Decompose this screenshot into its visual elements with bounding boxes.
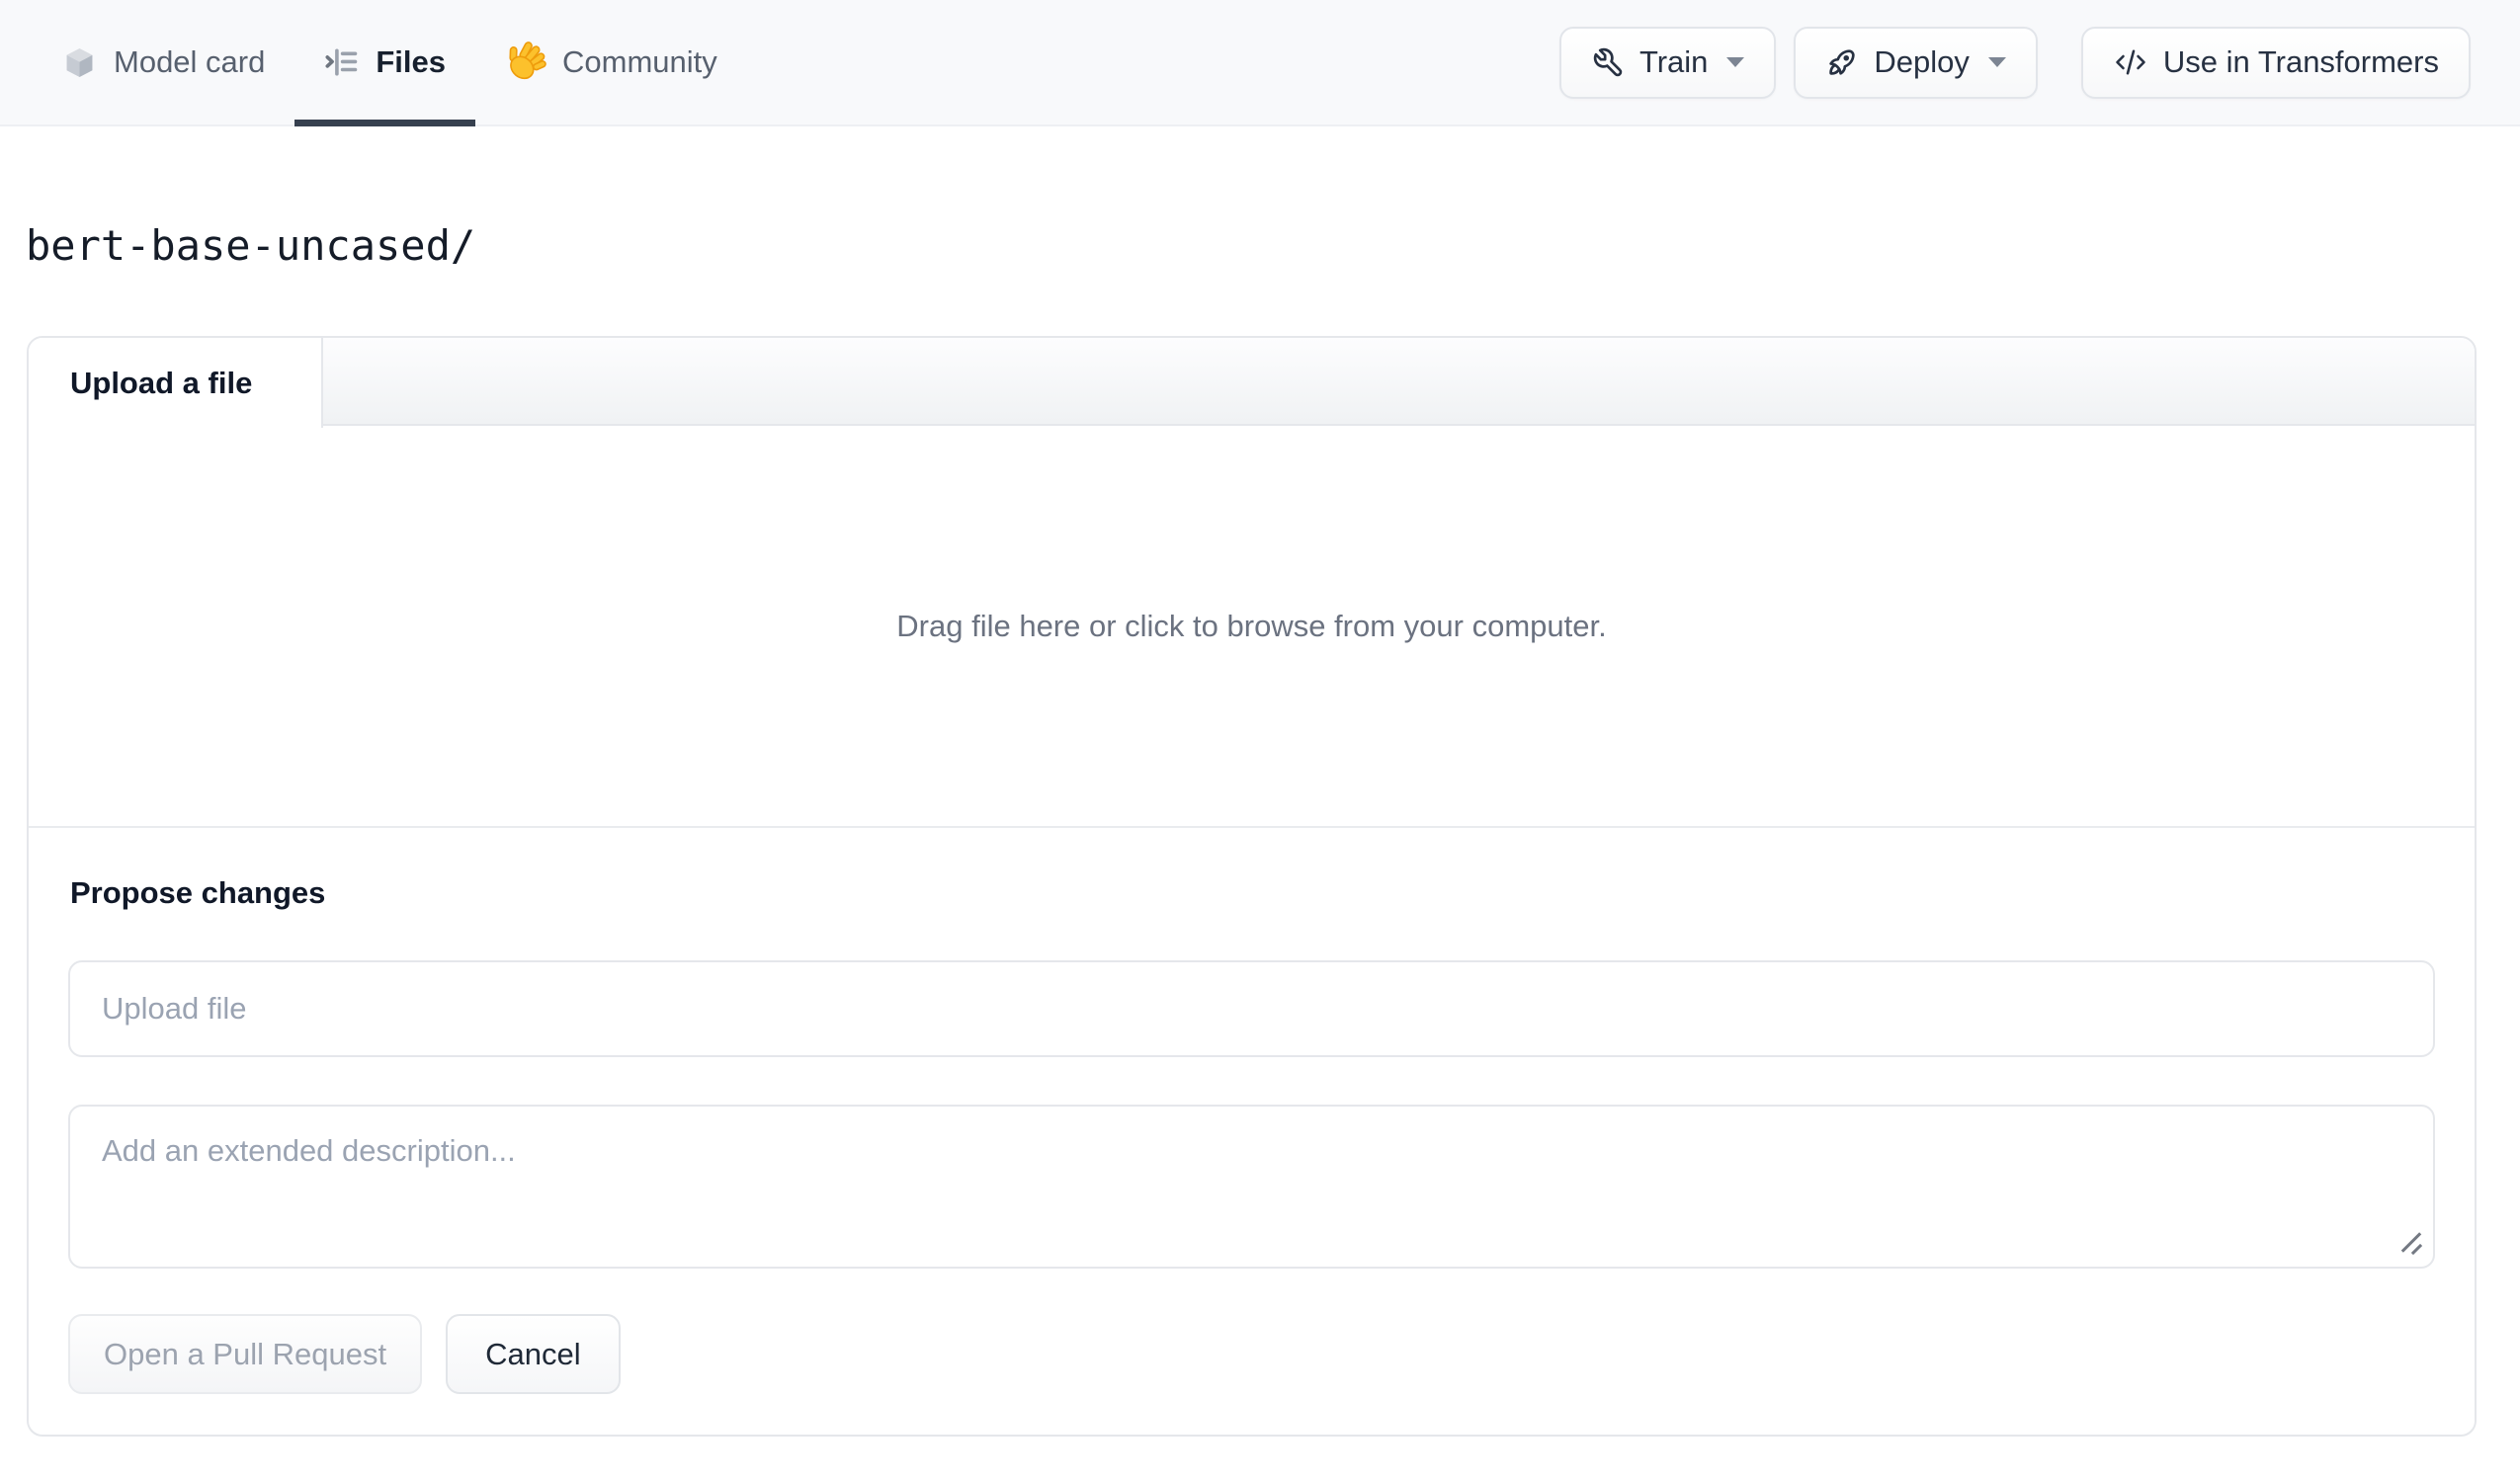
repo-nav: Model card Files Community (32, 0, 747, 126)
repo-tab-bar: Model card Files Community Train Deploy … (0, 0, 2520, 126)
commit-title-input[interactable] (68, 960, 2435, 1057)
tab-files[interactable]: Files (294, 0, 475, 126)
upload-panel: Upload a file Drag file here or click to… (27, 336, 2477, 1437)
files-list-icon (324, 44, 360, 80)
open-pull-request-button[interactable]: Open a Pull Request (68, 1314, 423, 1394)
caret-down-icon (1726, 57, 1745, 67)
caret-down-icon (1987, 57, 2006, 67)
rocket-icon (1825, 45, 1859, 79)
tab-files-label: Files (376, 44, 447, 79)
upload-panel-tabbar: Upload a file (29, 338, 2475, 428)
deploy-button[interactable]: Deploy (1794, 26, 2038, 99)
cancel-button-label: Cancel (485, 1336, 581, 1371)
description-field-wrapper (68, 1105, 2435, 1269)
code-icon (2113, 44, 2148, 80)
waving-hand-icon (505, 41, 546, 83)
wrench-icon (1591, 45, 1625, 79)
open-pull-request-label: Open a Pull Request (104, 1336, 387, 1371)
repo-action-buttons: Train Deploy Use in Transformers (1558, 0, 2520, 124)
repo-path[interactable]: bert-base-uncased/ (0, 126, 2520, 273)
textarea-resize-handle[interactable] (2399, 1231, 2425, 1257)
tab-model-card[interactable]: Model card (32, 0, 294, 124)
dropzone-hint-text: Drag file here or click to browse from y… (896, 608, 1607, 643)
use-in-transformers-label: Use in Transformers (2162, 44, 2439, 79)
cancel-button[interactable]: Cancel (446, 1314, 621, 1394)
deploy-button-label: Deploy (1874, 44, 1970, 79)
propose-changes-heading: Propose changes (70, 875, 326, 910)
file-dropzone[interactable]: Drag file here or click to browse from y… (29, 426, 2475, 828)
extended-description-textarea[interactable] (68, 1105, 2435, 1269)
tab-upload-a-file-label: Upload a file (70, 365, 253, 400)
tab-community-label: Community (562, 44, 717, 79)
propose-changes-section: Propose changes Open a Pull Request Canc… (29, 828, 2475, 1435)
tab-community[interactable]: Community (475, 0, 747, 124)
train-button-label: Train (1638, 44, 1709, 79)
form-buttons-row: Open a Pull Request Cancel (68, 1314, 2435, 1394)
tab-upload-a-file[interactable]: Upload a file (29, 338, 323, 428)
cube-icon (61, 44, 98, 81)
train-button[interactable]: Train (1558, 26, 1777, 99)
use-in-transformers-button[interactable]: Use in Transformers (2080, 26, 2471, 99)
tab-model-card-label: Model card (114, 44, 266, 79)
